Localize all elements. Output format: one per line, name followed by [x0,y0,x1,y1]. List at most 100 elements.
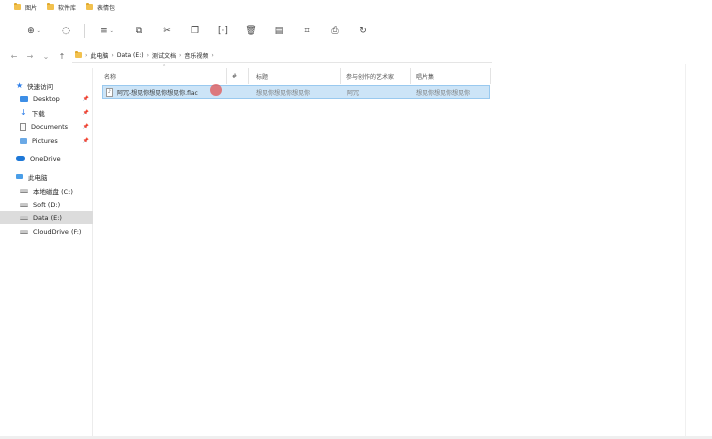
crop-icon: ⌗ [304,26,310,36]
breadcrumb-separator: › [211,51,214,59]
paste-icon: ❐ [190,26,200,36]
tab-software[interactable]: 软件库 [47,3,76,12]
arrow-left-icon: ← [10,51,18,61]
share-button[interactable]: ⎙ [321,20,349,42]
tab-label: 图片 [25,4,38,12]
desktop-icon [20,95,28,102]
command-bar: ⊕ ⌄ ◌ ≡ ⌄ ⧉ ✂ ❐ [·] 🗑 ▤ ⌗ ⎙ ↻ [0,18,712,44]
address-bar[interactable]: › 此电脑 › Data (E:) › 测试文档 › 音乐视频 › [72,48,492,63]
breadcrumb-item[interactable]: Data (E:) [117,52,144,59]
column-header-label: 参与创作的艺术家 [346,73,395,81]
sidebar-item-label: 下载 [31,109,45,118]
breadcrumb-item[interactable]: 此电脑 [90,51,108,60]
column-header-label: # [232,72,238,80]
properties-button[interactable]: ▤ [265,20,293,42]
delete-button[interactable]: 🗑 [237,20,265,42]
copy-button[interactable]: ⧉ [125,20,153,42]
scroll-region-edge [685,64,686,436]
column-header-album[interactable]: 唱片集 [416,69,486,83]
pc-icon [16,174,23,179]
rename-button[interactable]: [·] [209,20,237,42]
sidebar-item-quick-access[interactable]: ★ 快速访问 [0,79,93,92]
sidebar-item-label: Desktop [33,94,60,103]
refresh-button[interactable]: ↻ [349,20,377,42]
file-name: 阿冗-想见你想见你想见你.flac [117,89,198,97]
column-divider[interactable] [410,68,411,84]
sidebar-item-label: Soft (D:) [33,200,61,209]
column-divider[interactable] [226,68,227,84]
pin-icon[interactable]: 📌 [83,96,89,102]
up-button[interactable]: ↑ [54,49,70,63]
crop-button[interactable]: ⌗ [293,20,321,42]
breadcrumb-separator: › [146,51,149,59]
column-divider[interactable] [248,68,249,84]
share-icon: ⎙ [331,26,339,36]
breadcrumb-item[interactable]: 音乐视频 [184,51,208,60]
paste-button[interactable]: ❐ [181,20,209,42]
cut-icon: ✂ [163,26,171,36]
forward-button[interactable]: → [22,49,38,63]
quick-access-tabs: 图片 软件库 表情包 [0,0,712,14]
column-header-title[interactable]: 标题 [256,69,342,83]
audio-file-icon: ♪ [106,87,113,97]
sidebar-item-desktop[interactable]: Desktop 📌 [0,92,93,105]
sidebar-item-drive-c[interactable]: 本地磁盘 (C:) [0,184,93,197]
sidebar-item-onedrive[interactable]: OneDrive [0,152,93,165]
column-header-label: 唱片集 [416,73,435,81]
sidebar-item-label: Data (E:) [33,213,62,222]
sidebar-item-label: 本地磁盘 (C:) [33,187,73,196]
recent-locations-button[interactable]: ⌄ [38,49,54,63]
download-icon: ↓ [20,107,27,117]
file-number-cell [239,86,253,98]
sidebar-item-drive-d[interactable]: Soft (D:) [0,198,93,211]
cut-button[interactable]: ✂ [153,20,181,42]
arrow-right-icon: → [26,51,34,61]
sidebar-item-label: Documents [31,122,69,131]
breadcrumb-separator: › [85,51,88,59]
navigation-pane: ★ 快速访问 Desktop 📌 ↓ 下载 📌 Documents 📌 Pict… [0,68,93,439]
sidebar-item-drive-f[interactable]: CloudDrive (F:) [0,225,93,238]
file-list: ⌃ 名称 # 标题 参与创作的艺术家 唱片集 ♪ 阿冗-想见你想见你想见你.fl… [94,64,712,439]
sidebar-item-this-pc[interactable]: 此电脑 [0,170,93,183]
sidebar-item-label: OneDrive [30,154,61,163]
circle-button[interactable]: ◌ [52,20,80,42]
pictures-icon [20,137,27,144]
rename-icon: [·] [218,26,228,36]
breadcrumb-separator: › [111,51,114,59]
back-button[interactable]: ← [6,49,22,63]
column-header-name[interactable]: 名称 [104,69,224,83]
properties-icon: ▤ [274,26,284,36]
sidebar-item-drive-e[interactable]: Data (E:) [0,211,93,224]
tab-pictures[interactable]: 图片 [14,3,37,12]
column-header-artist[interactable]: 参与创作的艺术家 [346,69,412,83]
chevron-down-icon: ⌄ [109,28,114,34]
circle-icon: ◌ [62,26,70,36]
tab-label: 表情包 [97,4,116,12]
view-button[interactable]: ≡ ⌄ [89,20,125,42]
file-title-cell: 想见你想见你想见你 [256,89,311,97]
sidebar-item-label: 快速访问 [27,82,54,91]
star-icon: ★ [16,80,24,90]
column-header-label: 名称 [104,73,117,81]
sidebar-item-documents[interactable]: Documents 📌 [0,120,93,133]
chevron-down-icon: ⌄ [36,28,41,34]
pin-icon[interactable]: 📌 [83,124,89,130]
pin-icon[interactable]: 📌 [83,138,89,144]
folder-icon [47,3,55,10]
documents-icon [20,122,26,131]
file-artist-cell: 阿冗 [347,89,360,97]
sidebar-item-downloads[interactable]: ↓ 下载 📌 [0,106,93,119]
navigation-row: ← → ⌄ ↑ › 此电脑 › Data (E:) › 测试文档 › 音乐视频 … [0,48,712,64]
drive-icon [20,229,28,234]
column-divider[interactable] [490,68,491,84]
file-row[interactable]: ♪ 阿冗-想见你想见你想见你.flac 想见你想见你想见你 阿冗 想见你想见你想… [102,85,490,99]
pin-icon[interactable]: 📌 [83,110,89,116]
breadcrumb-item[interactable]: 测试文档 [152,51,176,60]
folder-icon [14,3,21,10]
sidebar-item-pictures[interactable]: Pictures 📌 [0,134,93,147]
file-album-cell: 想见你想见你想见你 [416,89,471,97]
tab-stickers[interactable]: 表情包 [86,3,115,12]
new-button[interactable]: ⊕ ⌄ [16,20,52,42]
column-divider[interactable] [340,68,341,84]
refresh-icon: ↻ [359,26,367,36]
